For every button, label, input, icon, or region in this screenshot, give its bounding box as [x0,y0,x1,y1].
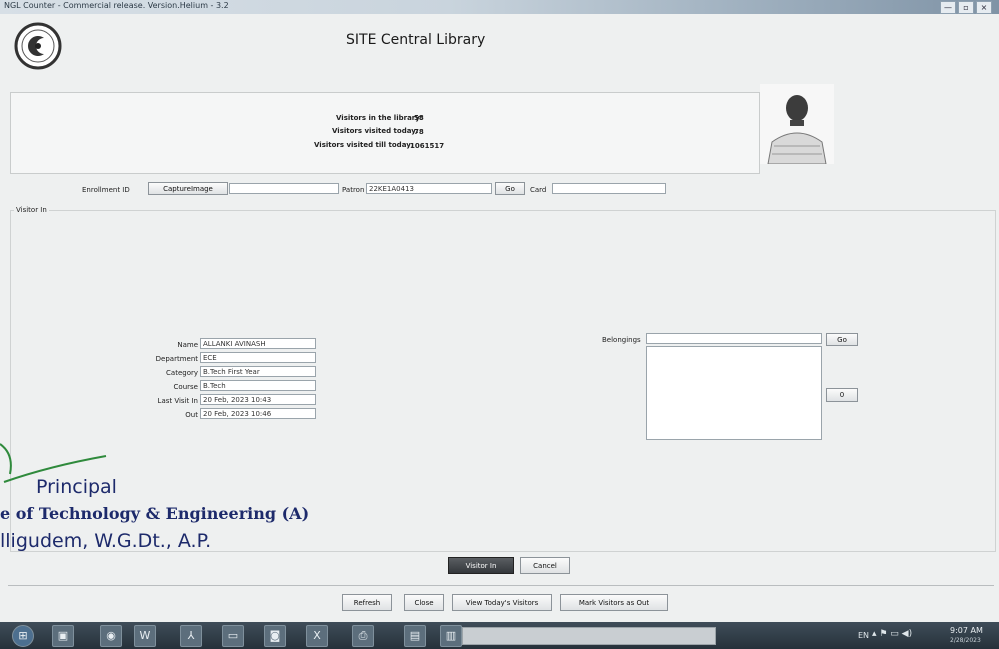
department-label: Department [155,355,198,363]
belongings-input[interactable] [646,333,822,344]
last-visit-in-field: 20 Feb, 2023 10:43 [200,394,316,405]
media-icon[interactable]: ▣ [52,625,74,647]
app2-icon[interactable]: ▥ [440,625,462,647]
visited-till-today-value: 1061517 [410,142,445,150]
folder-icon[interactable]: ▭ [222,625,244,647]
out-label: Out [185,411,198,419]
stamp-principal-text: Principal [36,476,117,498]
enrollment-id-input[interactable] [229,183,339,194]
belongings-list[interactable] [646,346,822,440]
last-visit-in-label: Last Visit In [157,397,198,405]
refresh-button[interactable]: Refresh [342,594,392,611]
printer-icon[interactable]: ⎙ [352,625,374,647]
course-field: B.Tech [200,380,316,391]
clock-time[interactable]: 9:07 AM [950,626,983,635]
department-field: ECE [200,352,316,363]
visitor-in-section [10,210,996,552]
pdf-icon[interactable]: ⅄ [180,625,202,647]
name-field: ALLANKI AVINASH [200,338,316,349]
visited-till-today-label: Visitors visited till today: [314,141,414,149]
card-input[interactable] [552,183,666,194]
view-todays-visitors-button[interactable]: View Today's Visitors [452,594,552,611]
category-label: Category [166,369,198,377]
belongings-count-button[interactable]: 0 [826,388,858,402]
word-icon[interactable]: W [134,625,156,647]
cancel-button[interactable]: Cancel [520,557,570,574]
camera-icon[interactable]: ◙ [264,625,286,647]
belongings-go-button[interactable]: Go [826,333,858,346]
visited-today-label: Visitors visited today: [332,127,419,135]
card-label: Card [530,186,547,194]
window-titlebar: NGL Counter - Commercial release. Versio… [0,0,999,14]
window-title: NGL Counter - Commercial release. Versio… [4,1,229,10]
app-icon[interactable]: ▤ [404,625,426,647]
close-button[interactable]: × [976,1,992,14]
close-app-button[interactable]: Close [404,594,444,611]
mark-visitors-out-button[interactable]: Mark Visitors as Out [560,594,668,611]
visitor-photo [760,84,834,165]
visited-today-value: 78 [414,128,424,136]
capture-image-button[interactable]: CaptureImage [148,182,228,195]
patron-id-input[interactable]: 22KE1A0413 [366,183,492,194]
course-label: Course [173,383,198,391]
stamp-college-text: e of Technology & Engineering (A) [0,504,310,523]
chrome-icon[interactable]: ◉ [100,625,122,647]
college-logo-icon [14,22,62,70]
active-window-tab[interactable] [462,627,716,645]
out-field: 20 Feb, 2023 10:46 [200,408,316,419]
enrollment-id-label: Enrollment ID [82,186,130,194]
in-library-value: 58 [414,114,424,122]
library-name: SITE Central Library [346,32,486,48]
minimize-button[interactable]: — [940,1,956,14]
maximize-button[interactable]: ▫ [958,1,974,14]
name-label: Name [177,341,198,349]
bottom-divider [8,585,994,586]
in-library-label: Visitors in the library: [336,114,423,122]
excel-icon[interactable]: X [306,625,328,647]
category-field: B.Tech First Year [200,366,316,377]
language-indicator[interactable]: EN [858,631,869,640]
visitor-in-button[interactable]: Visitor In [448,557,514,574]
clock-date[interactable]: 2/28/2023 [950,637,981,644]
patron-go-button[interactable]: Go [495,182,525,195]
start-icon[interactable]: ⊞ [12,625,34,647]
stamp-address-text: lligudem, W.G.Dt., A.P. [0,530,212,552]
belongings-label: Belongings [602,336,641,344]
visitor-in-section-label: Visitor In [14,206,49,214]
tray-icons[interactable]: ▴ ⚑ ▭ ◀) [872,629,912,639]
